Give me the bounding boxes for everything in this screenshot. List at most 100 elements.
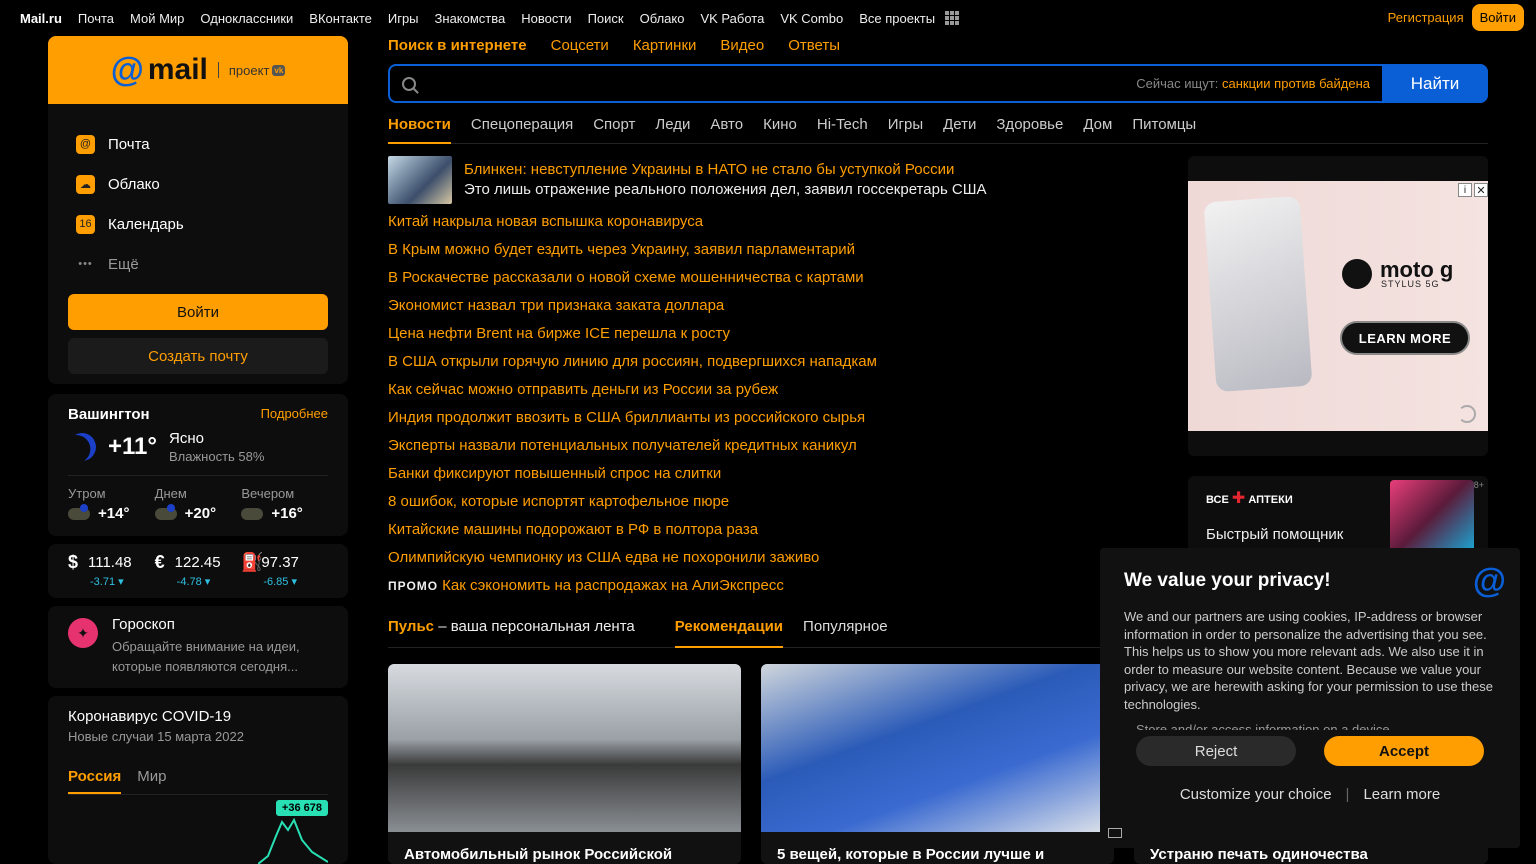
news-link[interactable]: В Роскачестве рассказали о новой схеме м… <box>388 268 877 296</box>
news-tab-pets[interactable]: Питомцы <box>1132 116 1196 143</box>
qr-code-icon[interactable] <box>1108 828 1122 838</box>
headline-news[interactable]: Блинкен: невступление Украины в НАТО не … <box>388 156 987 204</box>
news-tab-sport[interactable]: Спорт <box>593 116 635 143</box>
currency-change: -4.78 ▾ <box>176 576 211 588</box>
more-dots-icon: ••• <box>78 258 93 270</box>
nav-vk-work[interactable]: VK Работа <box>700 11 764 26</box>
tab-russia[interactable]: Россия <box>68 768 122 794</box>
news-tab-health[interactable]: Здоровье <box>996 116 1063 143</box>
news-link[interactable]: Китайские машины подорожают в РФ в полто… <box>388 520 877 548</box>
nav-news[interactable]: Новости <box>521 11 571 26</box>
headline-thumbnail[interactable] <box>388 156 452 204</box>
trending-label: Сейчас ищут: <box>1136 76 1219 91</box>
news-tab-hitech[interactable]: Hi-Tech <box>817 116 868 143</box>
ad2-image[interactable] <box>1390 480 1474 552</box>
promo-news-link[interactable]: ПРОМО Как сэкономить на распродажах на Ал… <box>388 576 877 604</box>
service-more[interactable]: ••• Ещё <box>76 244 320 284</box>
ad-image[interactable]: moto g STYLUS 5G LEARN MORE i ✕ <box>1188 181 1488 431</box>
currency-eur[interactable]: €122.45 -4.78 ▾ <box>155 552 242 590</box>
currency-oil[interactable]: ⛽ 97.37 -6.85 ▾ <box>241 552 328 590</box>
news-tab-kids[interactable]: Дети <box>943 116 976 143</box>
news-link[interactable]: Эксперты назвали потенциальных получател… <box>388 436 877 464</box>
search-tab-answers[interactable]: Ответы <box>788 37 840 54</box>
feed-tab-popular[interactable]: Популярное <box>803 618 888 647</box>
horoscope-widget[interactable]: ✦ Гороскоп Обращайте внимание на идеи, к… <box>48 606 348 688</box>
feed-title-brand[interactable]: Пульс <box>388 618 434 635</box>
link-separator: | <box>1345 786 1350 803</box>
news-tab-special-op[interactable]: Спецоперация <box>471 116 573 143</box>
register-link[interactable]: Регистрация <box>1388 10 1464 25</box>
news-link[interactable]: Цена нефти Brent на бирже ICE перешла к … <box>388 324 877 352</box>
tab-world[interactable]: Мир <box>137 768 166 794</box>
mail-icon: @ <box>76 134 95 154</box>
forecast-label: Вечером <box>241 486 295 501</box>
feed-card-image[interactable] <box>388 664 741 832</box>
nav-my-world[interactable]: Мой Мир <box>130 11 184 26</box>
nav-vk-combo[interactable]: VK Combo <box>780 11 843 26</box>
news-tab-auto[interactable]: Авто <box>710 116 743 143</box>
news-link[interactable]: Банки фиксируют повышенный спрос на слит… <box>388 464 877 492</box>
news-link[interactable]: 8 ошибок, которые испортят картофельное … <box>388 492 877 520</box>
zodiac-icon: ✦ <box>68 618 98 648</box>
headline-title[interactable]: Блинкен: невступление Украины в НАТО не … <box>464 161 987 178</box>
nav-search[interactable]: Поиск <box>588 11 624 26</box>
reject-button[interactable]: Reject <box>1136 736 1296 766</box>
customize-choice-link[interactable]: Customize your choice <box>1180 786 1332 803</box>
news-link[interactable]: В Крым можно будет ездить через Украину,… <box>388 240 877 268</box>
nav-dating[interactable]: Знакомства <box>435 11 506 26</box>
nav-vk[interactable]: ВКонтакте <box>309 11 372 26</box>
login-button[interactable]: Войти <box>68 294 328 330</box>
search-button[interactable]: Найти <box>1382 64 1488 103</box>
search-input[interactable] <box>426 66 1137 101</box>
weather-forecast: Утром +14° Днем +20° Вечером +16° <box>68 486 328 522</box>
news-tab-kino[interactable]: Кино <box>763 116 797 143</box>
learn-more-button[interactable]: LEARN MORE <box>1340 321 1470 355</box>
service-cloud[interactable]: ☁ Облако <box>76 164 320 204</box>
service-mail[interactable]: @ Почта <box>76 124 320 164</box>
ad-close-icon[interactable]: ✕ <box>1474 183 1488 197</box>
topbar-login-button[interactable]: Войти <box>1471 4 1524 31</box>
feed-card-title[interactable]: Автомобильный рынок Российской <box>388 832 741 864</box>
feed-tab-recommendations[interactable]: Рекомендации <box>674 618 784 648</box>
service-label: Ещё <box>108 255 139 273</box>
currency-usd[interactable]: $111.48 -3.71 ▾ <box>68 552 155 590</box>
news-link[interactable]: Олимпийскую чемпионку из США едва не пох… <box>388 548 877 576</box>
news-link[interactable]: В США открыли горячую линию для россиян,… <box>388 352 877 380</box>
trending-query-link[interactable]: санкции против байдена <box>1222 76 1370 91</box>
nav-games[interactable]: Игры <box>388 11 419 26</box>
apps-grid-icon[interactable] <box>945 11 960 25</box>
search-tab-web[interactable]: Поиск в интернете <box>388 37 527 54</box>
news-link[interactable]: Китай накрыла новая вспышка коронавируса <box>388 212 877 240</box>
mail-logo[interactable]: @ mail проект vk <box>48 36 348 104</box>
news-link[interactable]: Экономист назвал три признака заката дол… <box>388 296 877 324</box>
reload-icon[interactable] <box>1458 405 1476 423</box>
ad-banner-pharmacy[interactable]: ВСЕ ✚ АПТЕКИ 18+ Быстрый помощник <box>1188 476 1488 556</box>
covid-subtitle: Новые случаи 15 марта 2022 <box>68 729 244 744</box>
trending-hint: Сейчас ищут: санкции против байдена <box>1136 76 1370 91</box>
ad-banner-motorola[interactable]: moto g STYLUS 5G LEARN MORE i ✕ <box>1188 156 1488 456</box>
learn-more-link[interactable]: Learn more <box>1363 786 1440 803</box>
search-tab-social[interactable]: Соцсети <box>551 37 609 54</box>
brand-link[interactable]: Mail.ru <box>20 11 62 26</box>
feed-card[interactable]: 5 вещей, которые в России лучше и <box>761 664 1114 864</box>
accept-button[interactable]: Accept <box>1324 736 1484 766</box>
nav-all-projects[interactable]: Все проекты <box>859 11 935 26</box>
nav-ok[interactable]: Одноклассники <box>200 11 293 26</box>
weather-more-link[interactable]: Подробнее <box>261 406 328 421</box>
news-tab-home[interactable]: Дом <box>1083 116 1112 143</box>
search-tab-video[interactable]: Видео <box>720 37 764 54</box>
service-calendar[interactable]: 16 Календарь <box>76 204 320 244</box>
news-tab-news[interactable]: Новости <box>388 116 451 144</box>
news-tab-lady[interactable]: Леди <box>655 116 690 143</box>
search-tab-images[interactable]: Картинки <box>633 37 697 54</box>
news-link[interactable]: Как сейчас можно отправить деньги из Рос… <box>388 380 877 408</box>
feed-card-title[interactable]: 5 вещей, которые в России лучше и <box>761 832 1114 864</box>
ad-info-icon[interactable]: i <box>1458 183 1472 197</box>
news-link[interactable]: Индия продолжит ввозить в США бриллианты… <box>388 408 877 436</box>
feed-card[interactable]: Автомобильный рынок Российской <box>388 664 741 864</box>
news-tab-games[interactable]: Игры <box>888 116 923 143</box>
feed-card-image[interactable] <box>761 664 1114 832</box>
create-mail-button[interactable]: Создать почту <box>68 338 328 374</box>
nav-cloud[interactable]: Облако <box>640 11 685 26</box>
nav-mail[interactable]: Почта <box>78 11 114 26</box>
